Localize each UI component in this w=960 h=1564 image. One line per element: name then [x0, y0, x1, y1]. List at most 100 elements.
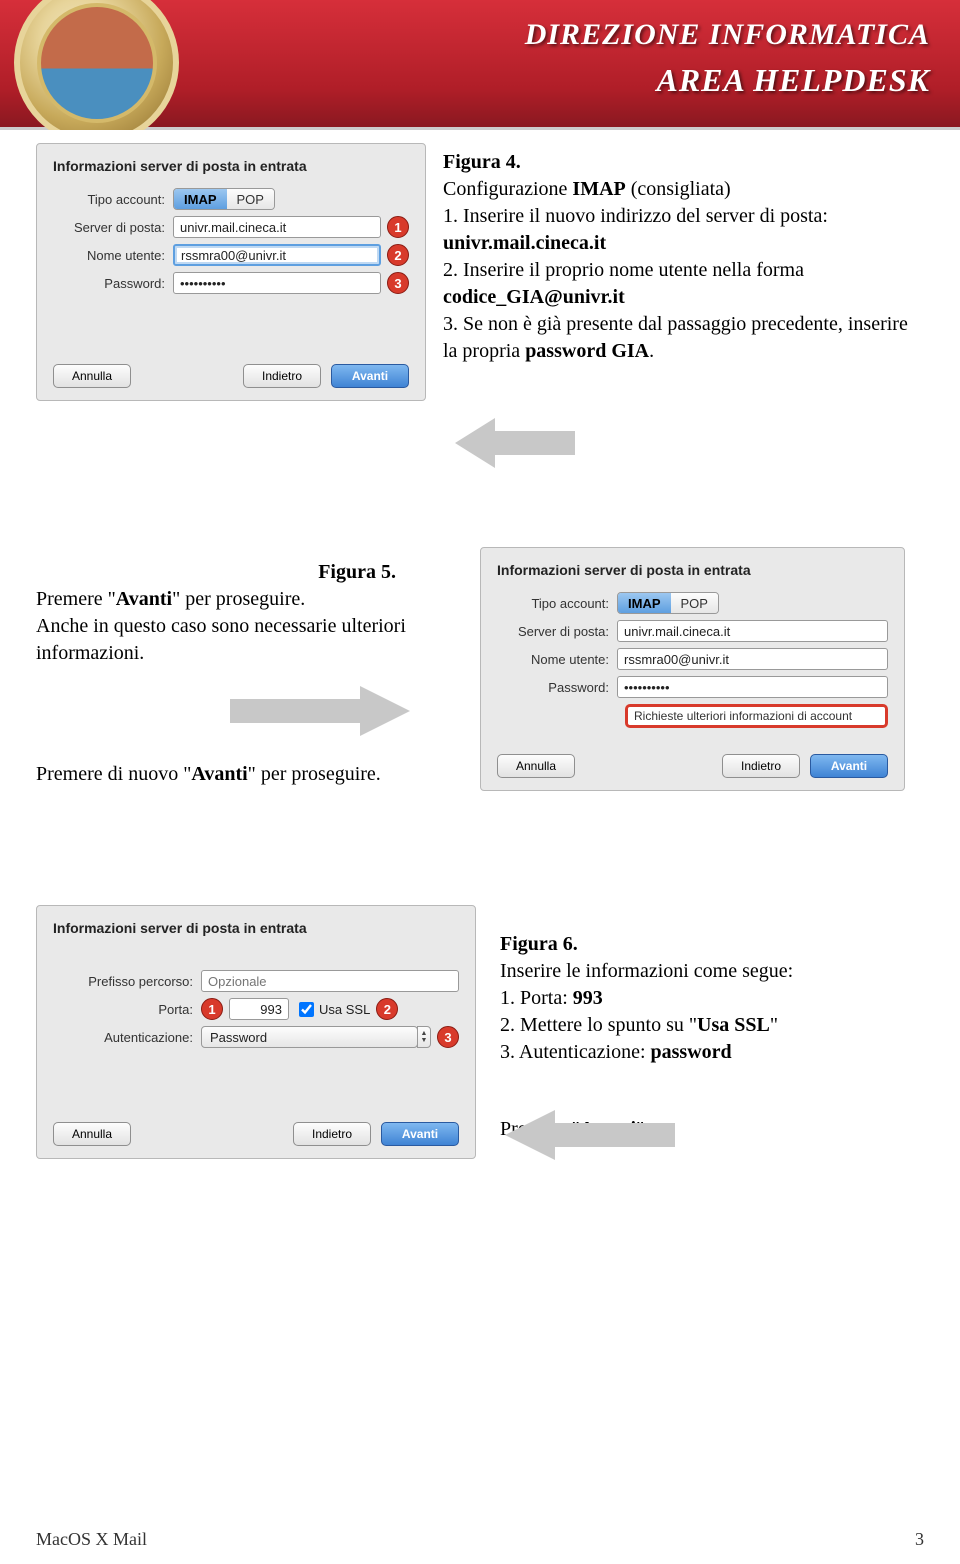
t1l1b: IMAP [572, 178, 625, 200]
t1l2a: 1. Inserire il nuovo indirizzo del serve… [443, 205, 828, 227]
d3-auth-value: Password [210, 1030, 267, 1045]
segmented-account-type[interactable]: IMAP POP [173, 188, 275, 210]
t1l3b: codice_GIA@univr.it [443, 286, 625, 308]
label-account-type: Tipo account: [53, 192, 173, 207]
d2-seg-imap[interactable]: IMAP [618, 593, 671, 613]
label-mail-server: Server di posta: [53, 220, 173, 235]
row-password: Password: 3 [53, 272, 409, 294]
d2-input-server[interactable] [617, 620, 888, 642]
badge-3-icon: 3 [387, 272, 409, 294]
badge-2-icon: 2 [387, 244, 409, 266]
t1l3a: 2. Inserire il proprio nome utente nella… [443, 259, 804, 281]
arrow-right-icon [230, 681, 410, 741]
d3-badge-3-icon: 3 [437, 1026, 459, 1048]
dialog2-title: Informazioni server di posta in entrata [497, 562, 888, 578]
d2-next-button[interactable]: Avanti [810, 754, 888, 778]
footer-left: MacOS X Mail [36, 1529, 147, 1550]
t1l4a: 3. Se non è già presente dal passaggio p… [443, 313, 908, 362]
d3-row-prefix: Prefisso percorso: [53, 970, 459, 992]
input-password[interactable] [173, 272, 381, 294]
t4l2b: 993 [573, 987, 603, 1009]
d2-row-account-type: Tipo account: IMAP POP [497, 592, 888, 614]
arrow-left-icon-2 [505, 1105, 675, 1165]
d3-back-button[interactable]: Indietro [293, 1122, 371, 1146]
d3-next-button[interactable]: Avanti [381, 1122, 459, 1146]
t4l2a: 1. Porta: [500, 987, 573, 1009]
d3-badge-1-icon: 1 [201, 998, 223, 1020]
t4l4b: password [651, 1041, 732, 1063]
t4l3a: 2. Mettere lo spunto su " [500, 1014, 697, 1036]
figure6-label: Figura 6. [500, 933, 578, 955]
d3-label-port: Porta: [53, 1002, 201, 1017]
d2-input-pwd[interactable] [617, 676, 888, 698]
d2-label-type: Tipo account: [497, 596, 617, 611]
cancel-button[interactable]: Annulla [53, 364, 131, 388]
t3l1b: Avanti [191, 763, 247, 785]
university-seal-logo [0, 0, 280, 130]
figure4-label: Figura 4. [443, 151, 521, 173]
d3-auth-select[interactable]: Password [201, 1026, 418, 1048]
dialog1-title: Informazioni server di posta in entrata [53, 158, 409, 174]
d3-input-prefix[interactable] [201, 970, 459, 992]
d2-segmented-account-type[interactable]: IMAP POP [617, 592, 719, 614]
t2l1a: Premere " [36, 588, 116, 610]
t2l1b: Avanti [116, 588, 172, 610]
d3-cancel-button[interactable]: Annulla [53, 1122, 131, 1146]
d2-cancel-button[interactable]: Annulla [497, 754, 575, 778]
row-mail-server: Server di posta: 1 [53, 216, 409, 238]
t3l1c: " per proseguire. [248, 763, 381, 785]
figure5-text: Figura 5. Premere "Avanti" per proseguir… [36, 559, 456, 667]
d2-seg-pop[interactable]: POP [671, 593, 718, 613]
dialog-incoming-server-2: Informazioni server di posta in entrata … [480, 547, 905, 791]
seg-imap[interactable]: IMAP [174, 189, 227, 209]
t1l4c: . [649, 340, 654, 362]
t2l1c: " per proseguire. [172, 588, 305, 610]
d2-row-server: Server di posta: [497, 620, 888, 642]
dialog-incoming-server-1: Informazioni server di posta in entrata … [36, 143, 426, 401]
header-line1: DIREZIONE INFORMATICA [525, 18, 930, 52]
d3-row-auth: Autenticazione: Password ▲▼ 3 [53, 1026, 459, 1048]
t1l1a: Configurazione [443, 178, 572, 200]
footer-page-number: 3 [915, 1529, 924, 1550]
t4l4a: 3. Autenticazione: [500, 1041, 651, 1063]
t1l1c: (consigliata) [626, 178, 731, 200]
header-line2: AREA HELPDESK [525, 62, 930, 99]
next-button[interactable]: Avanti [331, 364, 409, 388]
d2-label-user: Nome utente: [497, 652, 617, 667]
d3-badge-2-icon: 2 [376, 998, 398, 1020]
t2l2: Anche in questo caso sono necessarie ult… [36, 613, 456, 667]
d2-label-server: Server di posta: [497, 624, 617, 639]
seg-pop[interactable]: POP [227, 189, 274, 209]
t3l1a: Premere di nuovo " [36, 763, 191, 785]
figure4-text: Figura 4. Configurazione IMAP (consiglia… [443, 149, 923, 365]
page-footer: MacOS X Mail 3 [36, 1529, 924, 1550]
d2-row-user: Nome utente: [497, 648, 888, 670]
d3-ssl-checkbox[interactable] [299, 1002, 314, 1017]
label-password: Password: [53, 276, 173, 291]
label-username: Nome utente: [53, 248, 173, 263]
stepper-icon[interactable]: ▲▼ [417, 1026, 431, 1048]
d2-input-user[interactable] [617, 648, 888, 670]
d3-row-port: Porta: 1 Usa SSL 2 [53, 998, 459, 1020]
back-button[interactable]: Indietro [243, 364, 321, 388]
input-username[interactable] [173, 244, 381, 266]
arrow-left-icon [455, 413, 575, 473]
d2-label-pwd: Password: [497, 680, 617, 695]
t4l1: Inserire le informazioni come segue: [500, 958, 920, 985]
t1l4b: password GIA [525, 340, 649, 362]
dialog3-title: Informazioni server di posta in entrata [53, 920, 459, 936]
badge-1-icon: 1 [387, 216, 409, 238]
row-account-type: Tipo account: IMAP POP [53, 188, 409, 210]
press-again-text: Premere di nuovo "Avanti" per proseguire… [36, 761, 456, 788]
t1l2b: univr.mail.cineca.it [443, 232, 606, 254]
t4l3b: Usa SSL [697, 1014, 770, 1036]
header-title-group: DIREZIONE INFORMATICA AREA HELPDESK [525, 18, 930, 99]
input-mail-server[interactable] [173, 216, 381, 238]
d3-label-auth: Autenticazione: [53, 1030, 201, 1045]
d3-input-port[interactable] [229, 998, 289, 1020]
d2-back-button[interactable]: Indietro [722, 754, 800, 778]
warning-more-info: Richieste ulteriori informazioni di acco… [625, 704, 888, 728]
d3-label-prefix: Prefisso percorso: [53, 974, 201, 989]
dialog-incoming-server-3: Informazioni server di posta in entrata … [36, 905, 476, 1159]
figure5-label: Figura 5. [318, 561, 396, 583]
